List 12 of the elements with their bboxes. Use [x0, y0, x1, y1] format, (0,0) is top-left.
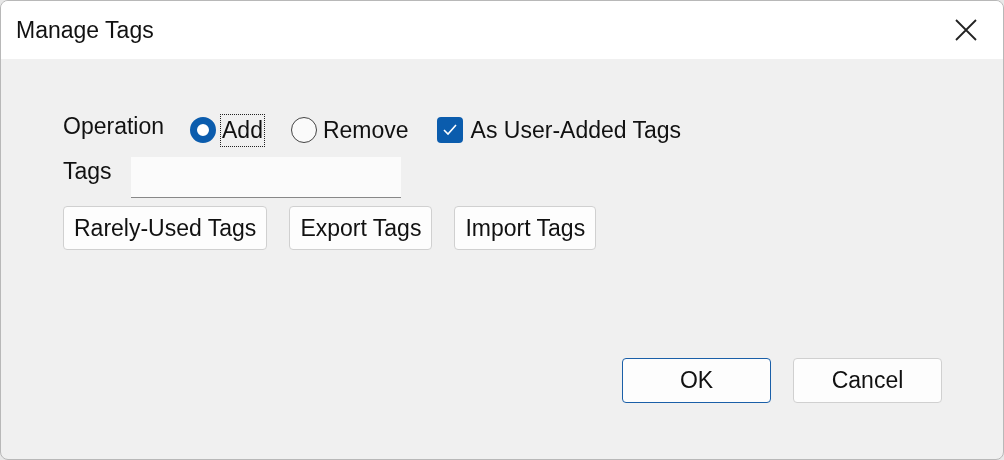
dialog-button[interactable]: Cancel: [793, 358, 942, 403]
checkmark-icon: [442, 124, 457, 136]
radio-option[interactable]: Remove: [290, 113, 411, 147]
tag-action-button[interactable]: Import Tags: [454, 206, 597, 250]
window-title: Manage Tags: [16, 16, 154, 44]
tags-input-field[interactable]: [130, 157, 401, 198]
tags-label: Tags: [63, 158, 112, 185]
tag-action-button[interactable]: Export Tags: [289, 206, 433, 250]
dialog-button[interactable]: OK: [622, 358, 771, 403]
user-added-checkbox[interactable]: As User-Added Tags: [436, 116, 682, 144]
tag-action-button[interactable]: Rarely-Used Tags: [63, 206, 268, 250]
operation-label: Operation: [63, 112, 164, 140]
